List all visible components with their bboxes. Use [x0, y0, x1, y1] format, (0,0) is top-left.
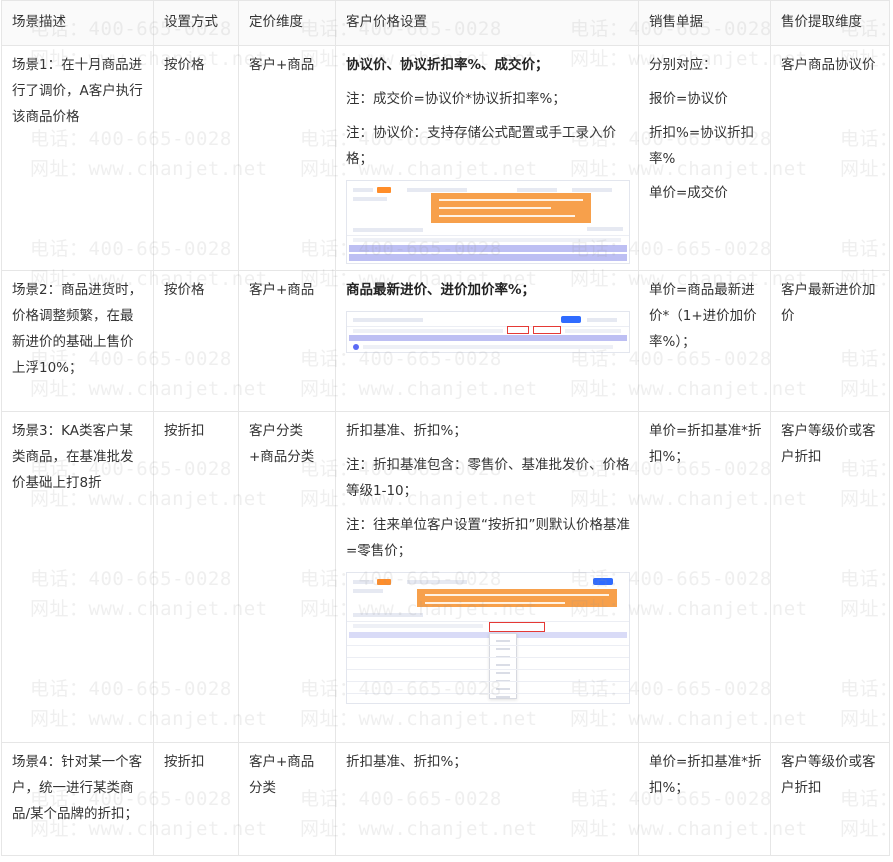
header-sales: 销售单据	[638, 0, 771, 46]
dimension-cell: 客户+商品	[238, 270, 336, 412]
method-cell: 按价格	[153, 270, 239, 412]
agreement-price-screenshot	[346, 180, 630, 264]
pricing-scenarios-table: 场景描述 设置方式 定价维度 客户价格设置 销售单据 售价提取维度 场景1：在十…	[1, 0, 890, 856]
table-row: 场景4：针对某一个客户，统一进行某类商品/某个品牌的折扣； 按折扣 客户+商品分…	[1, 742, 890, 856]
sales-cell: 单价=折扣基准*折扣%；	[638, 742, 771, 856]
price-cell: 折扣基准、折扣%；	[335, 742, 639, 856]
price-note: 注：协议价：支持存储公式配置或手工录入价格；	[346, 125, 616, 167]
dimension-cell: 客户+商品分类	[238, 742, 336, 856]
extract-cell: 客户等级价或客户折扣	[770, 742, 890, 856]
price-line: 折扣基准、折扣%；	[346, 754, 467, 770]
table-row: 场景1：在十月商品进行了调价，A客户执行该商品价格 按价格 客户+商品 协议价、…	[1, 45, 890, 271]
price-line: 折扣基准、折扣%；	[346, 423, 467, 439]
price-note: 注：往来单位客户设置“按折扣”则默认价格基准=零售价；	[346, 517, 630, 559]
scene-cell: 场景1：在十月商品进行了调价，A客户执行该商品价格	[1, 45, 154, 271]
price-note: 注：成交价=协议价*协议折扣率%；	[346, 91, 566, 107]
table-row: 场景3：KA类客户某类商品，在基准批发价基础上打8折 按折扣 客户分类+商品分类…	[1, 411, 890, 743]
header-method: 设置方式	[153, 0, 239, 46]
scene-cell: 场景3：KA类客户某类商品，在基准批发价基础上打8折	[1, 411, 154, 743]
sales-line: 单价=商品最新进价*（1+进价加价率%）；	[649, 282, 757, 350]
dimension-cell: 客户+商品	[238, 45, 336, 271]
method-cell: 按折扣	[153, 411, 239, 743]
scene-cell: 场景4：针对某一个客户，统一进行某类商品/某个品牌的折扣；	[1, 742, 154, 856]
method-cell: 按价格	[153, 45, 239, 271]
sales-line: 单价=折扣基准*折扣%；	[649, 423, 762, 465]
header-price: 客户价格设置	[335, 0, 639, 46]
price-cell: 折扣基准、折扣%； 注：折扣基准包含：零售价、基准批发价、价格等级1-10； 注…	[335, 411, 639, 743]
table-header-row: 场景描述 设置方式 定价维度 客户价格设置 销售单据 售价提取维度	[1, 0, 890, 46]
purchase-price-screenshot	[346, 311, 630, 353]
sales-cell: 单价=折扣基准*折扣%；	[638, 411, 771, 743]
extract-cell: 客户最新进价加价	[770, 270, 890, 412]
sales-line: 报价=协议价	[649, 91, 728, 107]
price-note: 注：折扣基准包含：零售价、基准批发价、价格等级1-10；	[346, 457, 630, 499]
sales-line: 分别对应：	[649, 57, 717, 73]
sales-cell: 单价=商品最新进价*（1+进价加价率%）；	[638, 270, 771, 412]
table-row: 场景2：商品进货时，价格调整频繁，在最新进价的基础上售价上浮10%； 按价格 客…	[1, 270, 890, 412]
scene-cell: 场景2：商品进货时，价格调整频繁，在最新进价的基础上售价上浮10%；	[1, 270, 154, 412]
dimension-cell: 客户分类+商品分类	[238, 411, 336, 743]
header-dimension: 定价维度	[238, 0, 336, 46]
extract-cell: 客户等级价或客户折扣	[770, 411, 890, 743]
header-extract: 售价提取维度	[770, 0, 890, 46]
sales-line: 单价=成交价	[649, 185, 728, 201]
header-scene: 场景描述	[1, 0, 154, 46]
price-line: 协议价、协议折扣率%、成交价；	[346, 57, 549, 73]
sales-line: 折扣%=协议折扣率%	[649, 125, 755, 167]
price-cell: 协议价、协议折扣率%、成交价； 注：成交价=协议价*协议折扣率%； 注：协议价：…	[335, 45, 639, 271]
price-cell: 商品最新进价、进价加价率%；	[335, 270, 639, 412]
extract-cell: 客户商品协议价	[770, 45, 890, 271]
discount-base-screenshot	[346, 572, 630, 704]
sales-cell: 分别对应： 报价=协议价 折扣%=协议折扣率% 单价=成交价	[638, 45, 771, 271]
price-line: 商品最新进价、进价加价率%；	[346, 282, 536, 298]
sales-line: 单价=折扣基准*折扣%；	[649, 754, 762, 796]
method-cell: 按折扣	[153, 742, 239, 856]
